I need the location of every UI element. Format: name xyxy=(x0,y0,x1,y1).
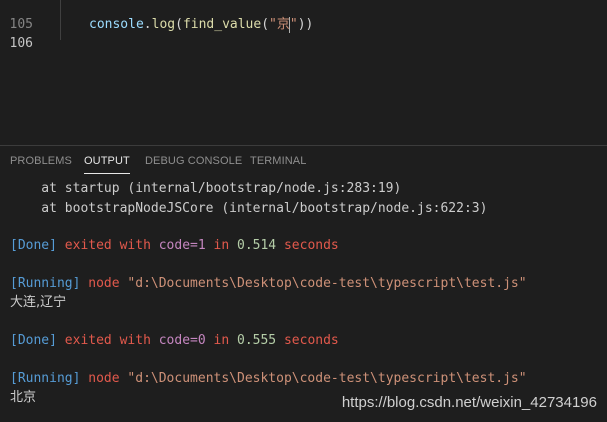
code-token: . xyxy=(143,17,152,32)
elapsed-time: 0.555 xyxy=(237,333,277,348)
exit-text: exited with xyxy=(64,333,151,348)
program-output: 北京 xyxy=(10,390,37,405)
code-statement: console.log(find_value("京")) xyxy=(89,15,313,34)
output-panel[interactable]: at startup (internal/bootstrap/node.js:2… xyxy=(0,176,607,422)
done-tag: [Done] xyxy=(10,238,57,253)
output-line: at startup (internal/bootstrap/node.js:2… xyxy=(10,181,402,196)
editor-line-105[interactable]: 105 xyxy=(0,0,33,32)
code-token: ( xyxy=(261,17,270,32)
output-line: at bootstrapNodeJSCore (internal/bootstr… xyxy=(10,201,488,216)
elapsed-time: 0.514 xyxy=(237,238,277,253)
in-text: in xyxy=(213,333,230,348)
program-output: 大连,辽宁 xyxy=(10,295,67,310)
exit-text: exited with xyxy=(64,238,151,253)
running-tag: [Running] xyxy=(10,276,81,291)
done-tag: [Done] xyxy=(10,333,57,348)
code-token: ( xyxy=(175,17,183,32)
editor-line-106[interactable]: 106 console.log(find_value("京")) xyxy=(0,15,607,51)
code-token: log xyxy=(151,17,176,32)
tab-output[interactable]: OUTPUT xyxy=(84,154,130,176)
panel-tabs: PROBLEMS OUTPUT DEBUG CONSOLE TERMINAL xyxy=(0,146,607,176)
code-token: console xyxy=(89,17,144,32)
tab-debug-console[interactable]: DEBUG CONSOLE xyxy=(145,154,242,176)
file-path: "d:\Documents\Desktop\code-test\typescri… xyxy=(127,371,527,386)
code-editor[interactable]: 105 106 console.log(find_value("京")) xyxy=(0,0,607,145)
exit-code: code=1 xyxy=(158,238,206,253)
output-line: [Running] node "d:\Documents\Desktop\cod… xyxy=(10,369,527,388)
in-text: in xyxy=(213,238,230,253)
code-token: find_value xyxy=(182,17,262,32)
watermark-text: https://blog.csdn.net/weixin_42734196 xyxy=(341,394,597,411)
seconds-text: seconds xyxy=(283,238,339,253)
output-line: [Done] exited with code=1 in 0.514 secon… xyxy=(10,236,339,255)
running-tag: [Running] xyxy=(10,371,81,386)
code-token: "京 xyxy=(269,17,290,32)
file-path: "d:\Documents\Desktop\code-test\typescri… xyxy=(127,276,527,291)
command-text: node xyxy=(88,276,120,291)
code-token: " xyxy=(289,17,298,32)
tab-terminal[interactable]: TERMINAL xyxy=(250,154,306,176)
exit-code: code=0 xyxy=(158,333,206,348)
code-token: )) xyxy=(297,17,314,32)
seconds-text: seconds xyxy=(283,333,339,348)
line-number: 106 xyxy=(9,36,33,51)
output-line: [Running] node "d:\Documents\Desktop\cod… xyxy=(10,274,527,293)
command-text: node xyxy=(88,371,120,386)
tab-problems[interactable]: PROBLEMS xyxy=(10,154,72,176)
output-line: [Done] exited with code=0 in 0.555 secon… xyxy=(10,331,339,350)
